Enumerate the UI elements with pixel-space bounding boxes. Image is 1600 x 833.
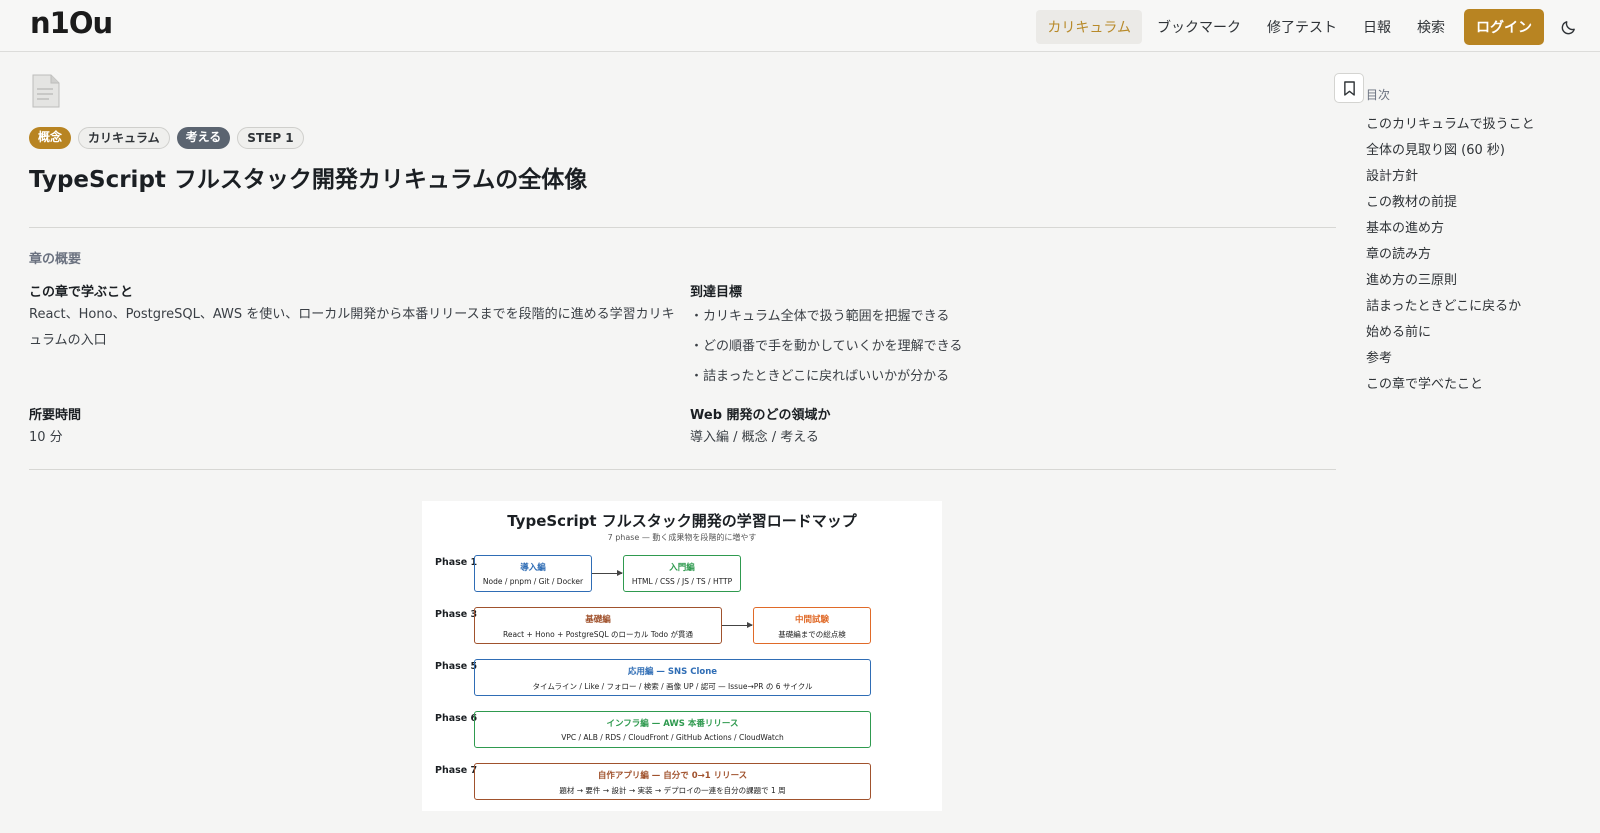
theme-toggle-button[interactable] xyxy=(1554,13,1582,41)
area-value: 導入編 / 概念 / 考える xyxy=(690,430,819,445)
phase-label: Phase 1 xyxy=(435,557,478,568)
box-title: 応用編 — SNS Clone xyxy=(627,667,718,677)
toc-item[interactable]: このカリキュラムで扱うこと xyxy=(1366,112,1586,138)
tag-think[interactable]: 考える xyxy=(176,127,231,149)
tag-concept[interactable]: 概念 xyxy=(29,127,72,149)
box-title: 導入編 xyxy=(520,563,546,573)
site-logo[interactable]: n1Ou xyxy=(30,6,113,40)
box-title: 基礎編 xyxy=(585,615,611,625)
phase-label: Phase 7 xyxy=(435,765,478,776)
phase-label: Phase 3 xyxy=(435,609,478,620)
roadmap-box-midterm: 中間試験 基礎編までの総点検 xyxy=(753,607,871,644)
box-title: 中間試験 xyxy=(794,615,829,625)
tag-step[interactable]: STEP 1 xyxy=(237,127,304,149)
toc-item[interactable]: 始める前に xyxy=(1366,320,1586,346)
box-sub: React + Hono + PostgreSQL のローカル Todo が貫通 xyxy=(502,630,694,639)
login-button[interactable]: ログイン xyxy=(1464,9,1544,45)
toc-item[interactable]: 設計方針 xyxy=(1366,164,1586,190)
box-sub: 題材 → 要件 → 設計 → 実装 → デプロイの一連を自分の課題で 1 周 xyxy=(559,786,786,795)
roadmap-box-intro: 導入編 Node / pnpm / Git / Docker xyxy=(474,555,592,592)
roadmap-box-own-app: 自作アプリ編 — 自分で 0→1 リリース 題材 → 要件 → 設計 → 実装 … xyxy=(474,763,871,800)
goal-list: ・カリキュラム全体で扱う範囲を把握できる ・どの順番で手を動かしていくかを理解で… xyxy=(690,302,962,392)
flow-arrow xyxy=(592,570,623,576)
toc-item[interactable]: 基本の進め方 xyxy=(1366,216,1586,242)
phase-label: Phase 5 xyxy=(435,661,478,672)
toc-item[interactable]: 進め方の三原則 xyxy=(1366,268,1586,294)
area-heading: Web 開発のどの領域か xyxy=(690,408,831,423)
overview-label: 章の概要 xyxy=(29,252,82,267)
learn-heading: この章で学ぶこと xyxy=(29,285,134,300)
tag-list: 概念 カリキュラム 考える STEP 1 xyxy=(29,127,304,149)
phase-label: Phase 6 xyxy=(435,713,478,724)
nav-search[interactable]: 検索 xyxy=(1406,10,1456,44)
box-sub: 基礎編までの総点検 xyxy=(778,630,846,639)
toc-item[interactable]: 章の読み方 xyxy=(1366,242,1586,268)
box-sub: HTML / CSS / JS / TS / HTTP xyxy=(631,577,733,586)
box-title: 入門編 xyxy=(669,563,695,573)
toc-item[interactable]: この章で学べたこと xyxy=(1366,372,1586,398)
roadmap-figure: TypeScript フルスタック開発の学習ロードマップ 7 phase — 動… xyxy=(422,501,942,811)
bookmark-button[interactable] xyxy=(1334,73,1364,103)
divider xyxy=(29,469,1336,470)
box-sub: Node / pnpm / Git / Docker xyxy=(482,577,584,586)
roadmap-subtitle: 7 phase — 動く成果物を段階的に増やす xyxy=(607,533,757,542)
box-title: 自作アプリ編 — 自分で 0→1 リリース xyxy=(597,771,748,781)
box-sub: VPC / ALB / RDS / CloudFront / GitHub Ac… xyxy=(561,733,784,742)
moon-icon xyxy=(1561,20,1575,34)
top-header: n1Ou カリキュラム ブックマーク 修了テスト 日報 検索 ログイン xyxy=(0,0,1600,52)
toc-title: 目次 xyxy=(1366,88,1391,102)
roadmap-title: TypeScript フルスタック開発の学習ロードマップ xyxy=(507,512,857,530)
table-of-contents: 目次 このカリキュラムで扱うこと 全体の見取り図 (60 秒) 設計方針 この教… xyxy=(1366,86,1586,398)
time-value: 10 分 xyxy=(29,430,63,445)
toc-item[interactable]: 全体の見取り図 (60 秒) xyxy=(1366,138,1586,164)
toc-item[interactable]: 詰まったときどこに戻るか xyxy=(1366,294,1586,320)
nav-final-test[interactable]: 修了テスト xyxy=(1256,10,1348,44)
nav-daily-report[interactable]: 日報 xyxy=(1352,10,1402,44)
roadmap-box-infra: インフラ編 — AWS 本番リリース VPC / ALB / RDS / Clo… xyxy=(474,711,871,748)
toc-item[interactable]: この教材の前提 xyxy=(1366,190,1586,216)
roadmap-box-applied: 応用編 — SNS Clone タイムライン / Like / フォロー / 検… xyxy=(474,659,871,696)
nav-curriculum[interactable]: カリキュラム xyxy=(1036,10,1142,44)
box-title: インフラ編 — AWS 本番リリース xyxy=(606,719,739,729)
goal-item: ・どの順番で手を動かしていくかを理解できる xyxy=(690,339,963,354)
bookmark-icon xyxy=(1343,80,1355,96)
goal-item: ・詰まったときどこに戻ればいいかが分かる xyxy=(690,369,950,384)
main-nav: カリキュラム ブックマーク 修了テスト 日報 検索 ログイン xyxy=(1036,9,1582,45)
divider xyxy=(29,227,1336,228)
learn-text: React、Hono、PostgreSQL、AWS を使い、ローカル開発から本番… xyxy=(29,307,675,348)
tag-curriculum[interactable]: カリキュラム xyxy=(78,127,170,149)
box-sub: タイムライン / Like / フォロー / 検索 / 画像 UP / 認可 —… xyxy=(532,682,813,691)
time-heading: 所要時間 xyxy=(29,408,82,423)
goal-heading: 到達目標 xyxy=(690,285,743,300)
document-icon xyxy=(32,74,60,108)
nav-bookmark[interactable]: ブックマーク xyxy=(1146,10,1252,44)
roadmap-box-beginner: 入門編 HTML / CSS / JS / TS / HTTP xyxy=(623,555,741,592)
page-title: TypeScript フルスタック開発カリキュラムの全体像 xyxy=(29,167,588,193)
toc-item[interactable]: 参考 xyxy=(1366,346,1586,372)
goal-item: ・カリキュラム全体で扱う範囲を把握できる xyxy=(690,309,950,324)
roadmap-box-basic: 基礎編 React + Hono + PostgreSQL のローカル Todo… xyxy=(474,607,722,644)
flow-arrow xyxy=(722,622,753,628)
